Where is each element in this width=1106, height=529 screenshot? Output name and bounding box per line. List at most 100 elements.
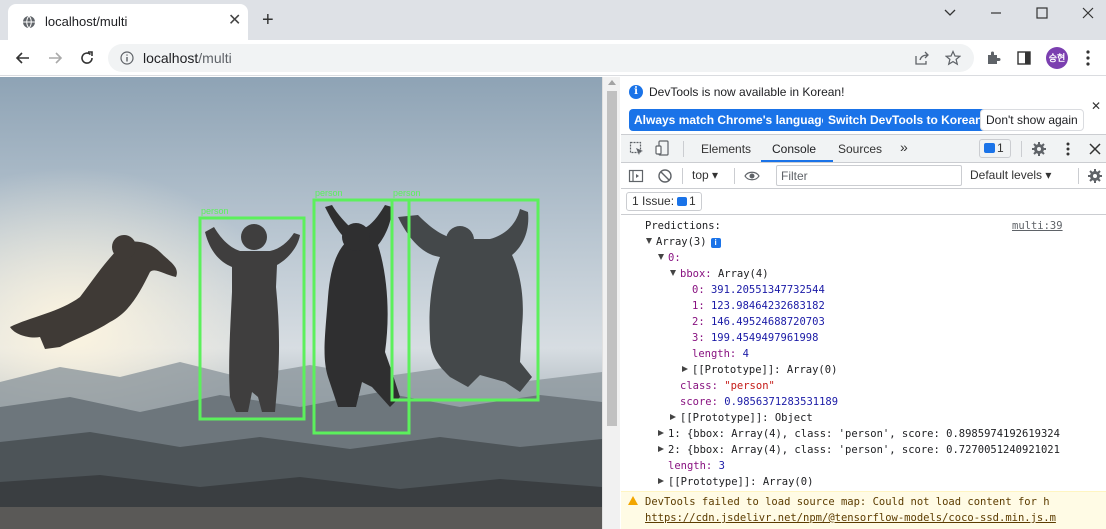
device-toolbar-icon[interactable] (655, 140, 671, 156)
tab-elements[interactable]: Elements (701, 142, 751, 156)
toolbar-divider (683, 141, 684, 157)
expand-arrow-icon (670, 270, 676, 276)
scroll-up-arrow-icon[interactable] (608, 80, 616, 85)
console-output: Predictions: multi:39 Array(3) i 0: bbox:… (621, 216, 1106, 491)
browser-toolbar: localhost/multi 승현 (0, 40, 1106, 76)
show-sidebar-icon[interactable] (628, 168, 644, 184)
chrome-menu-icon[interactable] (1086, 49, 1090, 67)
console-warning: DevTools failed to load source map: Coul… (621, 491, 1106, 529)
array-item-0[interactable]: 0: (658, 250, 681, 266)
info-icon: i (629, 85, 643, 99)
browser-tab[interactable]: localhost/multi ✕ (8, 4, 248, 40)
class-property: class: "person" (680, 380, 775, 392)
settings-gear-icon[interactable] (1031, 141, 1047, 157)
infobar-close-icon[interactable]: ✕ (1091, 99, 1101, 113)
issue-icon (677, 197, 688, 206)
url-text: localhost/multi (143, 50, 232, 66)
collapse-arrow-icon (670, 414, 676, 420)
source-link[interactable]: multi:39 (1012, 218, 1063, 234)
console-messages-count[interactable]: 1 (979, 139, 1011, 158)
new-tab-icon[interactable]: + (262, 10, 274, 30)
collapse-arrow-icon (682, 366, 688, 372)
live-expression-eye-icon[interactable] (744, 168, 760, 184)
context-selector[interactable]: top ▾ (692, 168, 718, 182)
collapse-arrow-icon (658, 430, 664, 436)
page-scrollbar[interactable] (602, 77, 620, 529)
devtools-tab-bar: Elements Console Sources » 1 (621, 135, 1106, 163)
array-prototype[interactable]: [[Prototype]]: Array(0) (658, 474, 813, 490)
toolbar-divider (1078, 168, 1079, 184)
console-log-line: Predictions: (645, 220, 721, 232)
bookmark-star-icon[interactable] (945, 50, 961, 66)
bbox-value-2: 2: 146.49524688720703 (692, 316, 825, 328)
score-property: score: 0.9856371283531189 (680, 396, 839, 408)
minimize-icon[interactable] (981, 4, 1011, 22)
toolbar-divider (1021, 141, 1022, 157)
detection-label-3: person (393, 188, 421, 198)
bbox-node[interactable]: bbox: Array(4) (670, 266, 769, 282)
warning-icon (628, 496, 638, 505)
toolbar-divider (682, 168, 683, 184)
match-language-button[interactable]: Always match Chrome's language (629, 109, 834, 131)
language-infobar: i DevTools is now available in Korean! ✕… (621, 77, 1106, 135)
issues-button[interactable]: 1 Issue: 1 (626, 192, 702, 211)
page-scrollbar-thumb[interactable] (607, 91, 617, 426)
switch-korean-button[interactable]: Switch DevTools to Korean (823, 109, 988, 131)
tab-title: localhost/multi (45, 14, 128, 29)
console-settings-gear-icon[interactable] (1087, 168, 1103, 184)
collapse-arrow-icon (658, 478, 664, 484)
console-filter-input[interactable]: Filter (776, 165, 962, 186)
tab-search-icon[interactable] (935, 4, 965, 22)
array-node[interactable]: Array(3) i (646, 234, 721, 250)
back-icon[interactable] (13, 48, 33, 68)
active-tab-indicator (761, 160, 833, 162)
tab-sources[interactable]: Sources (838, 142, 882, 156)
expand-arrow-icon (646, 238, 652, 244)
object-prototype[interactable]: [[Prototype]]: Object (670, 410, 813, 426)
warning-source-link[interactable]: https://cdn.jsdelivr.net/npm/@tensorflow… (645, 510, 1056, 526)
reload-icon[interactable] (77, 48, 97, 68)
issues-bar: 1 Issue: 1 (621, 189, 1106, 215)
warning-message: DevTools failed to load source map: Coul… (645, 496, 1050, 508)
info-badge-icon: i (710, 238, 721, 248)
bbox-value-0: 0: 391.20551347732544 (692, 284, 825, 296)
address-bar[interactable]: localhost/multi (108, 44, 974, 72)
side-panel-icon[interactable] (1016, 50, 1032, 66)
close-tab-icon[interactable]: ✕ (228, 13, 241, 29)
infobar-message: DevTools is now available in Korean! (649, 85, 845, 99)
share-icon[interactable] (914, 50, 930, 66)
close-window-icon[interactable] (1073, 4, 1103, 22)
profile-avatar[interactable]: 승현 (1046, 47, 1068, 69)
message-icon (984, 143, 995, 153)
bbox-value-3: 3: 199.4549497961998 (692, 332, 819, 344)
array-length: length: 3 (668, 460, 725, 472)
tab-strip: localhost/multi ✕ + (0, 0, 1106, 40)
log-levels-dropdown[interactable]: Default levels ▾ (970, 168, 1051, 182)
forward-icon[interactable] (45, 48, 65, 68)
detection-label-1: person (201, 206, 229, 216)
detection-image: person person person (0, 77, 602, 529)
console-toolbar: top ▾ Filter Default levels ▾ (621, 163, 1106, 189)
clear-console-icon[interactable] (657, 168, 673, 184)
inspect-element-icon[interactable] (629, 141, 645, 157)
dont-show-again-button[interactable]: Don't show again (980, 109, 1084, 131)
toolbar-divider (734, 168, 735, 184)
bbox-value-1: 1: 123.98464232683182 (692, 300, 825, 312)
bbox-length: length: 4 (692, 348, 749, 360)
site-info-icon[interactable] (120, 51, 134, 65)
bbox-prototype[interactable]: [[Prototype]]: Array(0) (682, 362, 837, 378)
devtools-menu-icon[interactable] (1060, 141, 1076, 157)
globe-icon (23, 15, 35, 29)
devtools-panel: i DevTools is now available in Korean! ✕… (621, 77, 1106, 529)
array-item-1[interactable]: 1: {bbox: Array(4), class: 'person', sco… (658, 426, 1060, 442)
more-tabs-button[interactable]: » (900, 139, 908, 155)
expand-arrow-icon (658, 254, 664, 260)
detection-label-2: person (315, 188, 343, 198)
collapse-arrow-icon (658, 446, 664, 452)
close-devtools-icon[interactable] (1087, 141, 1103, 157)
tab-console[interactable]: Console (772, 142, 816, 156)
extensions-icon[interactable] (985, 50, 1001, 66)
maximize-icon[interactable] (1027, 4, 1057, 22)
page-viewport: person person person (0, 77, 602, 529)
array-item-2[interactable]: 2: {bbox: Array(4), class: 'person', sco… (658, 442, 1060, 458)
